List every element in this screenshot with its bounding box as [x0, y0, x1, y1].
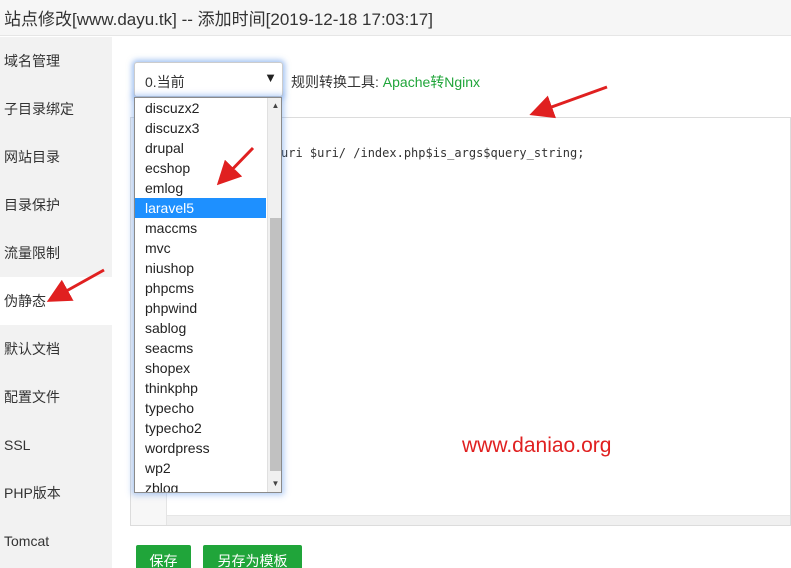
sidebar-item-dir-protection[interactable]: 目录保护 — [0, 181, 112, 229]
dropdown-options: discuzx2 discuzx3 drupal ecshop emlog laravel… — [135, 98, 266, 492]
triangle-up-icon[interactable]: ▲ — [268, 98, 281, 114]
dropdown-option[interactable]: sablog — [135, 318, 266, 338]
dropdown-option[interactable]: wordpress — [135, 438, 266, 458]
dropdown-option[interactable]: zblog — [135, 478, 266, 492]
editor-horizontal-scrollbar[interactable] — [167, 515, 790, 525]
rule-convert-tool: 规则转换工具: Apache转Nginx — [291, 72, 480, 92]
sidebar-item-site-directory[interactable]: 网站目录 — [0, 133, 112, 181]
dropdown-option[interactable]: shopex — [135, 358, 266, 378]
dropdown-option[interactable]: typecho — [135, 398, 266, 418]
dropdown-option[interactable]: typecho2 — [135, 418, 266, 438]
dropdown-option[interactable]: discuzx2 — [135, 98, 266, 118]
sidebar: 域名管理 子目录绑定 网站目录 目录保护 流量限制 伪静态 默认文档 配置文件 … — [0, 37, 112, 568]
sidebar-item-default-doc[interactable]: 默认文档 — [0, 325, 112, 373]
rewrite-rule-selected-value: 0.当前 — [145, 74, 185, 90]
window-title-bar: 站点修改[www.dayu.tk] -- 添加时间[2019-12-18 17:… — [0, 0, 791, 36]
dropdown-option[interactable]: discuzx3 — [135, 118, 266, 138]
dropdown-option[interactable]: mvc — [135, 238, 266, 258]
dropdown-scrollbar[interactable]: ▲ ▼ — [267, 98, 281, 492]
dropdown-option[interactable]: laravel5 — [135, 198, 266, 218]
rewrite-rule-dropdown-list[interactable]: discuzx2 discuzx3 drupal ecshop emlog laravel… — [134, 97, 282, 493]
triangle-down-icon: ▼ — [264, 70, 277, 85]
dropdown-option[interactable]: thinkphp — [135, 378, 266, 398]
annotation-arrow-editor — [529, 85, 608, 119]
sidebar-item-php-version[interactable]: PHP版本 — [0, 469, 112, 517]
dropdown-option[interactable]: niushop — [135, 258, 266, 278]
dropdown-option[interactable]: seacms — [135, 338, 266, 358]
dropdown-option[interactable]: phpwind — [135, 298, 266, 318]
save-button[interactable]: 保存 — [136, 545, 191, 568]
sidebar-item-ssl[interactable]: SSL — [0, 421, 112, 469]
dropdown-option[interactable]: ecshop — [135, 158, 266, 178]
save-as-template-button[interactable]: 另存为模板 — [203, 545, 302, 568]
dropdown-option[interactable]: drupal — [135, 138, 266, 158]
dropdown-scroll-thumb[interactable] — [270, 218, 281, 471]
sidebar-item-tomcat[interactable]: Tomcat — [0, 517, 112, 565]
sidebar-item-config-file[interactable]: 配置文件 — [0, 373, 112, 421]
dropdown-option[interactable]: phpcms — [135, 278, 266, 298]
apache-to-nginx-link[interactable]: Apache转Nginx — [383, 74, 480, 90]
watermark-text: www.daniao.org — [462, 434, 612, 457]
editor-code-line: uri $uri/ /index.php$is_args$query_strin… — [281, 146, 585, 160]
sidebar-item-subdir-binding[interactable]: 子目录绑定 — [0, 85, 112, 133]
dropdown-option[interactable]: maccms — [135, 218, 266, 238]
window-title: 站点修改[www.dayu.tk] -- 添加时间[2019-12-18 17:… — [4, 10, 433, 29]
rewrite-rule-select[interactable]: 0.当前 ▼ — [134, 62, 283, 97]
dropdown-option[interactable]: emlog — [135, 178, 266, 198]
triangle-down-icon[interactable]: ▼ — [268, 476, 281, 492]
sidebar-item-traffic-limit[interactable]: 流量限制 — [0, 229, 112, 277]
rule-convert-tool-label: 规则转换工具: — [291, 74, 379, 90]
sidebar-item-rewrite[interactable]: 伪静态 — [0, 277, 112, 325]
sidebar-item-domain[interactable]: 域名管理 — [0, 37, 112, 85]
dropdown-option[interactable]: wp2 — [135, 458, 266, 478]
